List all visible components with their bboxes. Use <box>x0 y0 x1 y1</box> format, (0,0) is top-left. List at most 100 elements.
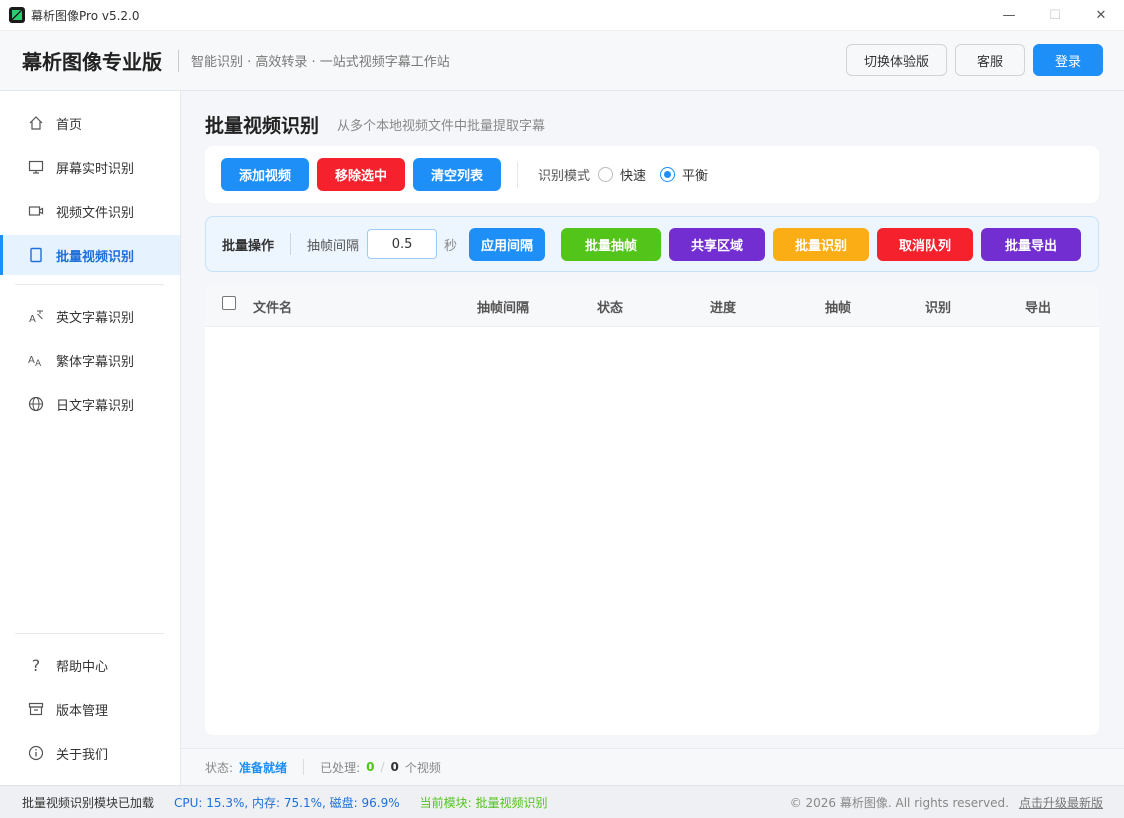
sidebar-item-help[interactable]: ? 帮助中心 <box>0 645 180 685</box>
count-unit: 个视频 <box>404 760 441 775</box>
mode-fast-label[interactable]: 快速 <box>620 165 646 184</box>
brand-title: 幕析图像专业版 <box>22 50 162 74</box>
sidebar-item-label: 关于我们 <box>56 747 109 763</box>
svg-text:A: A <box>29 314 36 324</box>
status-value: 准备就绪 <box>239 760 288 775</box>
remove-selected-button[interactable]: 移除选中 <box>317 158 405 191</box>
minimize-button[interactable]: — <box>986 0 1032 31</box>
sidebar-item-label: 日文字幕识别 <box>56 398 135 414</box>
sidebar-divider <box>15 633 164 634</box>
system-metrics: CPU: 15.3%, 内存: 75.1%, 磁盘: 96.9% <box>174 795 400 810</box>
video-table: 文件名 抽帧间隔 状态 进度 抽帧 识别 导出 <box>205 284 1099 735</box>
sidebar-item-batch-video[interactable]: 批量视频识别 <box>0 235 180 275</box>
sidebar: 首页 屏幕实时识别 视频文件识别 批量视频识别 A 英文字幕识别 AA 繁体字幕… <box>0 91 181 785</box>
sidebar-item-label: 批量视频识别 <box>56 249 135 265</box>
copyright: © 2026 幕析图像. All rights reserved. <box>789 795 1009 810</box>
status-label: 状态: <box>205 760 234 775</box>
mode-balanced-radio[interactable] <box>660 167 676 182</box>
column-header-extract[interactable]: 抽帧 <box>825 297 851 316</box>
home-icon <box>27 114 45 132</box>
header-actions: 切换体验版 客服 登录 <box>845 44 1103 76</box>
status-divider <box>303 759 305 775</box>
column-header-filename[interactable]: 文件名 <box>253 297 292 316</box>
column-header-progress[interactable]: 进度 <box>710 297 736 316</box>
batch-recognize-button[interactable]: 批量识别 <box>773 227 870 261</box>
status-bar: 状态: 准备就绪 已处理: 0 / 0 个视频 <box>181 748 1124 785</box>
app-header: 幕析图像专业版 智能识别 · 高效转录 · 一站式视频字幕工作站 切换体验版 客… <box>0 31 1124 91</box>
window-title: 幕析图像Pro v5.2.0 <box>31 8 140 23</box>
batch-divider <box>290 233 292 255</box>
sidebar-item-label: 首页 <box>56 117 83 133</box>
column-header-recognize[interactable]: 识别 <box>925 297 951 316</box>
sidebar-item-traditional[interactable]: AA 繁体字幕识别 <box>0 340 180 380</box>
clear-list-button[interactable]: 清空列表 <box>413 158 501 191</box>
sidebar-item-version[interactable]: 版本管理 <box>0 689 180 729</box>
column-header-status[interactable]: 状态 <box>597 297 623 316</box>
column-header-export[interactable]: 导出 <box>1025 297 1051 316</box>
current-module: 当前模块: 批量视频识别 <box>419 795 548 810</box>
login-button[interactable]: 登录 <box>1033 44 1103 76</box>
add-video-button[interactable]: 添加视频 <box>221 158 309 191</box>
apply-interval-button[interactable]: 应用间隔 <box>469 227 546 261</box>
interval-label: 抽帧间隔 <box>307 238 360 254</box>
sidebar-item-video-file[interactable]: 视频文件识别 <box>0 191 180 231</box>
sidebar-item-label: 屏幕实时识别 <box>56 161 135 177</box>
tagline: 智能识别 · 高效转录 · 一站式视频字幕工作站 <box>191 55 450 70</box>
column-header-interval[interactable]: 抽帧间隔 <box>477 297 529 316</box>
sidebar-item-english[interactable]: A 英文字幕识别 <box>0 296 180 336</box>
file-toolbar: 添加视频 移除选中 清空列表 识别模式 快速 平衡 <box>205 146 1099 203</box>
sidebar-divider <box>15 284 164 285</box>
batch-label: 批量操作 <box>222 238 275 254</box>
title-bar: 幕析图像Pro v5.2.0 — ☐ ✕ <box>0 0 1124 31</box>
interval-input[interactable] <box>367 229 438 259</box>
font-size-icon: AA <box>27 351 45 369</box>
total-count: 0 <box>390 760 399 774</box>
globe-icon <box>27 395 45 413</box>
sidebar-item-label: 英文字幕识别 <box>56 310 135 326</box>
processed-label: 已处理: <box>320 760 361 775</box>
mode-balanced-label[interactable]: 平衡 <box>682 165 708 184</box>
question-icon: ? <box>31 655 41 675</box>
processed-slash: / <box>380 760 385 774</box>
upgrade-link[interactable]: 点击升级最新版 <box>1019 794 1103 811</box>
info-icon <box>27 744 45 762</box>
cancel-queue-button[interactable]: 取消队列 <box>877 227 974 261</box>
sidebar-item-japanese[interactable]: 日文字幕识别 <box>0 384 180 424</box>
app-logo-icon <box>9 7 25 23</box>
table-header: 文件名 抽帧间隔 状态 进度 抽帧 识别 导出 <box>205 284 1099 327</box>
header-divider <box>178 49 179 72</box>
shared-region-button[interactable]: 共享区域 <box>669 227 766 261</box>
batch-export-button[interactable]: 批量导出 <box>981 227 1082 261</box>
module-loaded-text: 批量视频识别模块已加载 <box>22 795 155 810</box>
batch-extract-button[interactable]: 批量抽帧 <box>561 227 662 261</box>
select-all-checkbox[interactable] <box>222 296 236 310</box>
mode-fast-radio[interactable] <box>598 167 614 182</box>
monitor-icon <box>27 158 45 176</box>
interval-unit: 秒 <box>444 238 458 254</box>
sidebar-item-home[interactable]: 首页 <box>0 103 180 143</box>
customer-service-button[interactable]: 客服 <box>955 44 1025 76</box>
sidebar-item-label: 视频文件识别 <box>56 205 135 221</box>
toolbar-divider <box>517 161 518 188</box>
sidebar-item-label: 版本管理 <box>56 703 109 719</box>
svg-text:A: A <box>35 359 42 368</box>
close-button[interactable]: ✕ <box>1078 0 1124 31</box>
mode-label: 识别模式 <box>538 169 591 184</box>
archive-icon <box>27 700 45 718</box>
processed-count: 0 <box>366 760 375 774</box>
translate-icon: A <box>27 307 45 325</box>
video-camera-icon <box>27 202 45 220</box>
maximize-button[interactable]: ☐ <box>1032 0 1078 31</box>
sidebar-item-label: 帮助中心 <box>56 659 109 675</box>
sidebar-item-screen-live[interactable]: 屏幕实时识别 <box>0 147 180 187</box>
sidebar-item-label: 繁体字幕识别 <box>56 354 135 370</box>
page-subtitle: 从多个本地视频文件中批量提取字幕 <box>337 119 546 134</box>
document-icon <box>27 246 45 264</box>
svg-text:A: A <box>28 355 35 366</box>
window-controls: — ☐ ✕ <box>986 0 1124 31</box>
sidebar-item-about[interactable]: 关于我们 <box>0 733 180 773</box>
main-content: 批量视频识别 从多个本地视频文件中批量提取字幕 添加视频 移除选中 清空列表 识… <box>181 91 1124 748</box>
switch-trial-button[interactable]: 切换体验版 <box>845 44 947 76</box>
footer-bar: 批量视频识别模块已加载 CPU: 15.3%, 内存: 75.1%, 磁盘: 9… <box>0 785 1124 818</box>
page-title: 批量视频识别 <box>205 115 320 137</box>
